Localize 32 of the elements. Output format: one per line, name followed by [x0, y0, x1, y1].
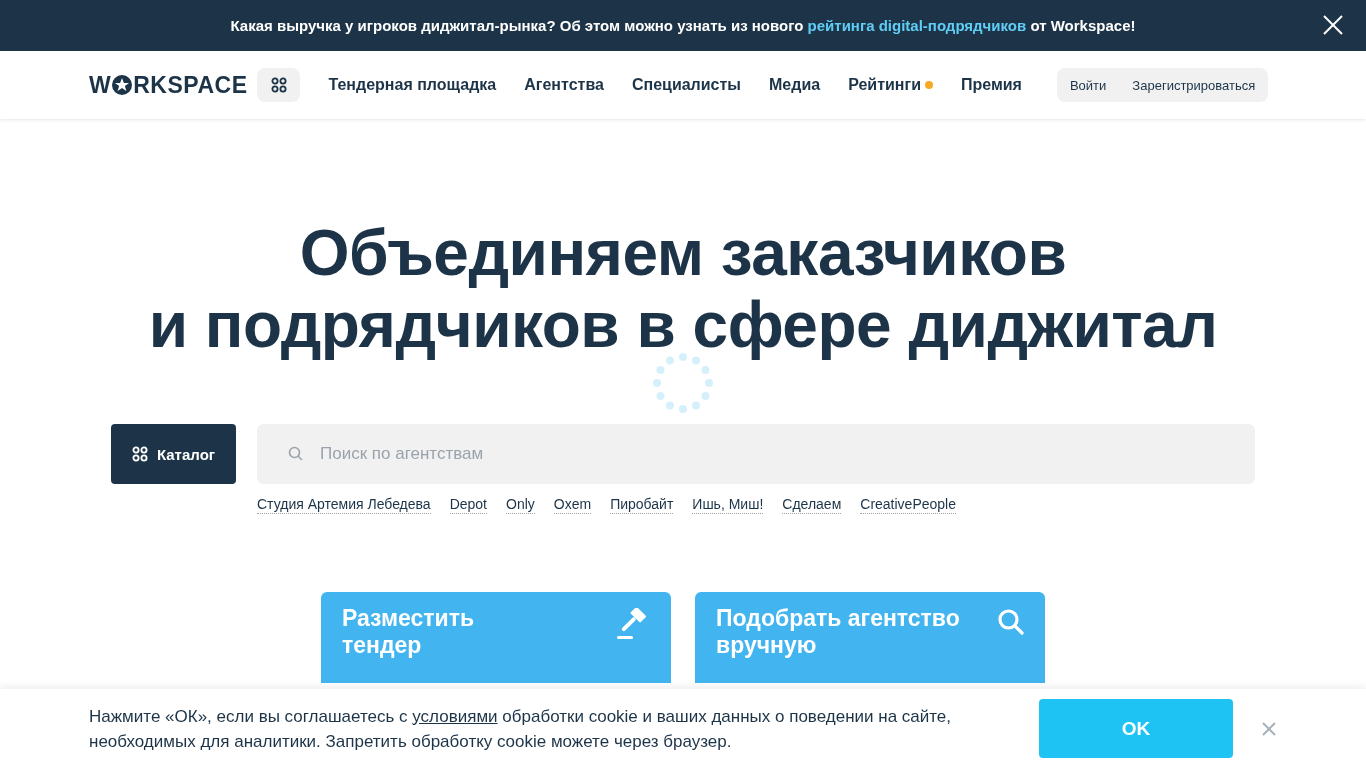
announcement-text: Какая выручка у игроков диджитал-рынка? Об этом можно узнать из нового рейтинга digital-подрядчиков от Workspace!: [230, 17, 1136, 34]
nav-link[interactable]: Тендерная площадка: [328, 76, 497, 94]
menu-button[interactable]: [257, 68, 301, 102]
search-icon: [288, 446, 303, 461]
hero-title: и подрядчиков в сфере диджитал: [148, 289, 1218, 361]
hero-title: Объединяем заказчиков: [299, 217, 1067, 289]
nav-link[interactable]: Рейтинги: [848, 76, 933, 94]
nav-link[interactable]: Специалисты: [631, 76, 741, 94]
auth-link[interactable]: Зарегистрироваться: [1119, 77, 1269, 93]
auth-link[interactable]: Войти: [1056, 77, 1120, 93]
agency-tag-link[interactable]: Ишь, Миш!: [692, 496, 764, 514]
nav-link[interactable]: Медиа: [769, 76, 821, 94]
agency-tag-link[interactable]: Oxem: [553, 496, 592, 514]
agency-tag-link[interactable]: Сделаем: [782, 496, 842, 514]
cookie-text: Нажмите «ОК», если вы соглашаетесь с условиями обработки cookie и ваших данных о поведении на сайте, необходимых для аналитики. Запретить обработку cookie можете через браузер.: [89, 705, 953, 753]
rating-link[interactable]: рейтинга digital-подрядчиков: [807, 17, 1027, 34]
agency-tag-link[interactable]: Only: [506, 496, 535, 514]
agency-tag-link[interactable]: Студия Артемия Лебедева: [257, 496, 431, 514]
catalog-button[interactable]: Каталог: [111, 424, 236, 484]
grid-icon: [271, 77, 287, 93]
terms-link[interactable]: условиями: [412, 706, 498, 726]
grid-icon: [131, 446, 148, 462]
agency-tag-link[interactable]: Depot: [449, 496, 487, 514]
search-field[interactable]: Поиск по агентствам: [257, 424, 1255, 484]
nav-link[interactable]: Агентства: [524, 76, 604, 94]
search-icon: [997, 608, 1025, 636]
agency-tag-link[interactable]: Пиробайт: [610, 496, 674, 514]
workspace-logo[interactable]: W RKSPACE: [89, 71, 248, 99]
card-title: Подобрать агентство вручную: [716, 605, 961, 659]
agency-tag-link[interactable]: CreativePeople: [860, 496, 956, 514]
card-title: Разместить тендер: [342, 605, 476, 659]
nav-link[interactable]: Премия: [961, 76, 1022, 94]
